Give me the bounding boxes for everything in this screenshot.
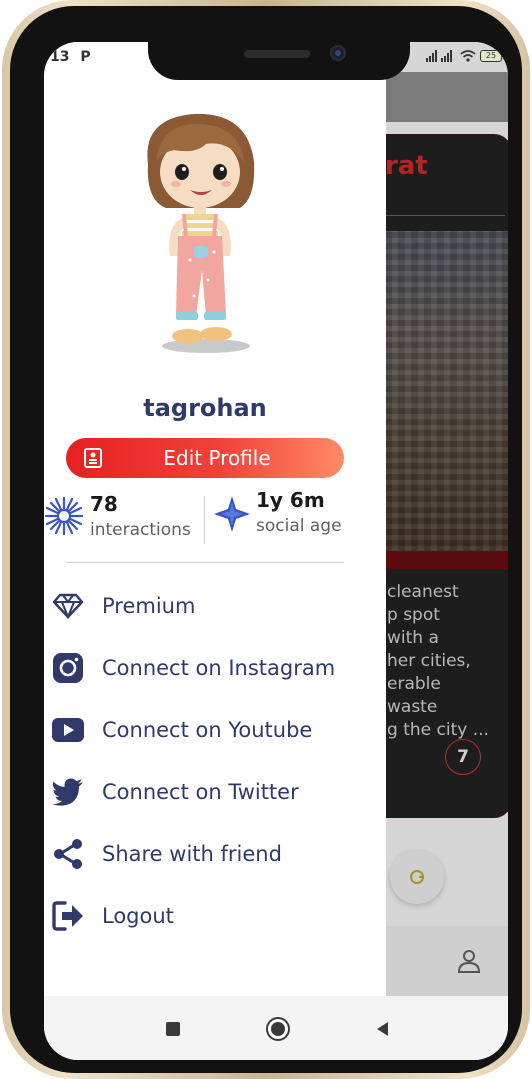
wifi-icon xyxy=(460,50,476,62)
phone-frame: rat cleanest p spot with a her cities, e… xyxy=(2,0,530,1079)
logout-icon xyxy=(52,900,84,932)
social-age-value: 1y 6m xyxy=(256,488,325,512)
recents-button-icon[interactable] xyxy=(166,1022,180,1036)
menu-item-logout[interactable]: Logout xyxy=(44,890,386,942)
status-left: 13 P xyxy=(50,49,91,65)
menu-label-logout: Logout xyxy=(102,904,174,928)
stats-divider xyxy=(204,496,205,544)
diamond-icon xyxy=(52,590,84,622)
star-burst-icon xyxy=(214,496,250,532)
menu-label-twitter: Connect on Twitter xyxy=(102,780,299,804)
person-icon[interactable] xyxy=(456,948,482,974)
share-icon xyxy=(52,838,84,870)
menu-item-instagram[interactable]: Connect on Instagram xyxy=(44,642,386,694)
menu-item-premium[interactable]: Premium xyxy=(44,580,386,632)
background-card-text: cleanest p spot with a her cities, erabl… xyxy=(387,582,489,740)
status-right: 25 xyxy=(426,50,502,62)
edit-profile-button[interactable]: Edit Profile xyxy=(66,438,344,478)
menu-item-twitter[interactable]: Connect on Twitter xyxy=(44,766,386,818)
signal-icon xyxy=(426,50,452,62)
menu-label-youtube: Connect on Youtube xyxy=(102,718,313,742)
profile-stats: 78 interactions 1y 6m social age xyxy=(44,488,386,548)
status-time: 13 xyxy=(50,49,70,65)
menu-label-share: Share with friend xyxy=(102,842,282,866)
refresh-fab[interactable] xyxy=(390,850,444,904)
navigation-drawer: tagrohan Edit Profile 78 interactions 1y… xyxy=(44,42,386,996)
instagram-icon xyxy=(52,652,84,684)
phone-notch xyxy=(148,42,410,80)
interactions-label: interactions xyxy=(90,520,191,540)
battery-icon: 25 xyxy=(480,50,502,62)
youtube-icon xyxy=(52,714,84,746)
background-card-title: rat xyxy=(385,151,428,181)
background-card-divider xyxy=(385,215,505,216)
menu-label-instagram: Connect on Instagram xyxy=(102,656,336,680)
earpiece-speaker xyxy=(244,50,310,58)
back-button-icon[interactable] xyxy=(374,1020,390,1038)
interactions-value: 78 xyxy=(90,492,118,516)
drawer-divider xyxy=(66,562,344,563)
twitter-icon xyxy=(52,776,84,808)
burst-icon xyxy=(44,496,84,536)
p-icon: P xyxy=(80,49,91,65)
profile-card-icon xyxy=(84,448,102,468)
background-card-badge: 7 xyxy=(445,739,481,775)
menu-label-premium: Premium xyxy=(102,594,196,618)
edit-profile-label: Edit Profile xyxy=(163,446,271,470)
system-navigation-bar xyxy=(44,996,508,1060)
menu-item-youtube[interactable]: Connect on Youtube xyxy=(44,704,386,756)
home-button-icon[interactable] xyxy=(266,1017,290,1041)
refresh-icon xyxy=(410,870,424,884)
profile-username: tagrohan xyxy=(143,394,267,422)
phone-screen: rat cleanest p spot with a her cities, e… xyxy=(44,42,508,1060)
social-age-label: social age xyxy=(256,516,342,536)
cartoon-girl-avatar[interactable] xyxy=(136,110,268,360)
front-camera xyxy=(330,45,346,61)
menu-item-share[interactable]: Share with friend xyxy=(44,828,386,880)
phone-bezel: rat cleanest p spot with a her cities, e… xyxy=(10,6,522,1073)
